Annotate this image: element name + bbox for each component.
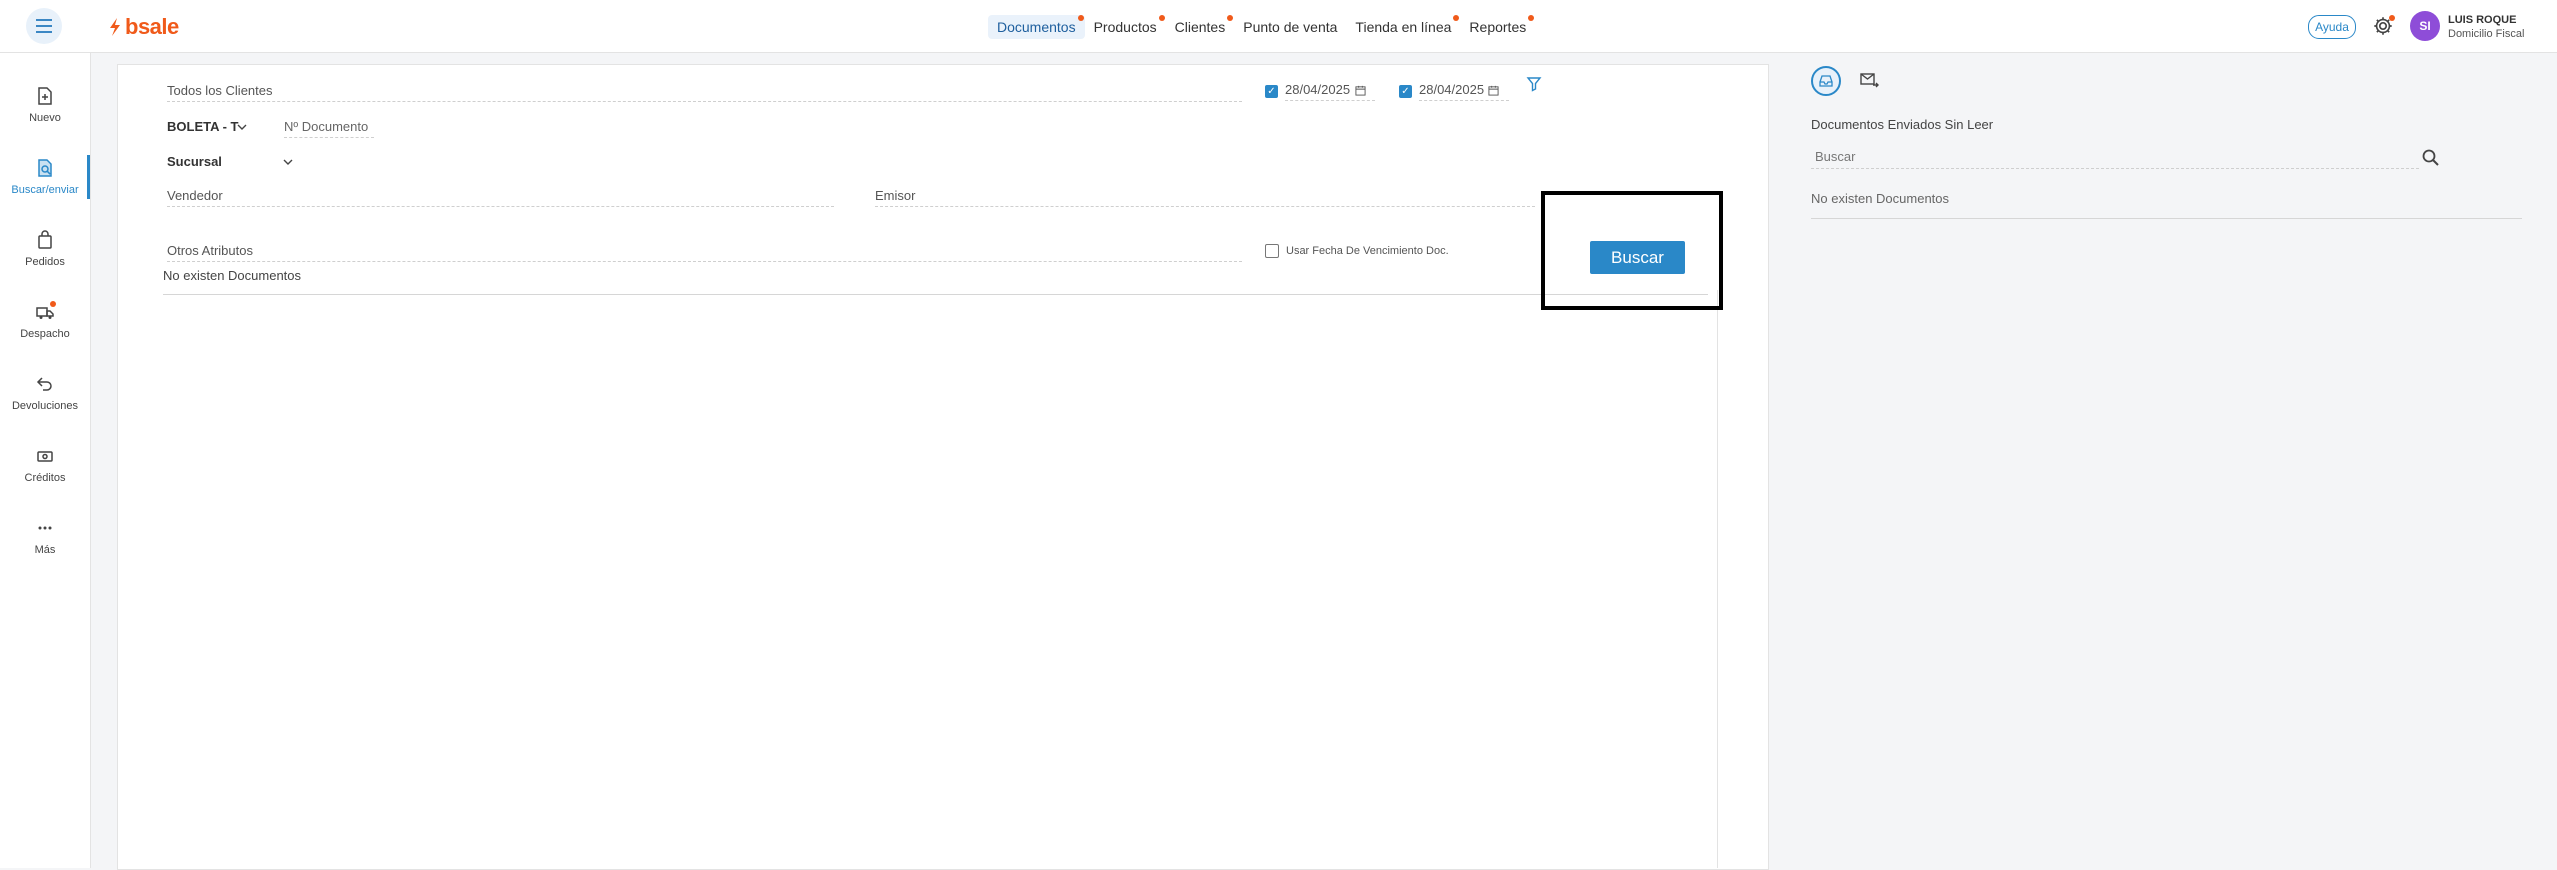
due-date-checkbox[interactable] xyxy=(1265,244,1279,258)
mail-send-icon[interactable] xyxy=(1859,70,1879,90)
nav-productos[interactable]: Productos xyxy=(1085,15,1166,39)
doc-number-input[interactable]: Nº Documento xyxy=(284,119,374,138)
unread-sent-title: Documentos Enviados Sin Leer xyxy=(1811,117,1994,132)
date-to-checkbox[interactable]: ✓ xyxy=(1399,85,1412,98)
nav-documentos[interactable]: Documentos xyxy=(988,15,1085,39)
menu-icon[interactable] xyxy=(26,8,62,44)
nav-clientes[interactable]: Clientes xyxy=(1166,15,1235,39)
nav-label: Productos xyxy=(1093,19,1157,35)
sidebar-item-buscar-enviar[interactable]: Buscar/enviar xyxy=(0,147,90,207)
user-location: Domicilio Fiscal xyxy=(2448,28,2525,40)
nav-tienda-en-linea[interactable]: Tienda en línea xyxy=(1346,15,1460,39)
nav-label: Documentos xyxy=(997,19,1076,35)
date-from-checkbox[interactable]: ✓ xyxy=(1265,85,1278,98)
logo-text: bsale xyxy=(125,14,179,39)
sidebar-item-creditos[interactable]: Créditos xyxy=(0,435,90,495)
search-panel xyxy=(117,64,1769,870)
due-date-checkbox-label: Usar Fecha De Vencimiento Doc. xyxy=(1286,245,1449,257)
sidebar-item-label: Pedidos xyxy=(25,256,65,268)
notification-dot xyxy=(1077,15,1084,21)
return-arrow-icon xyxy=(36,377,52,391)
search-icon[interactable] xyxy=(2421,148,2441,168)
right-empty-message: No existen Documentos xyxy=(1811,191,2522,219)
filter-icon[interactable] xyxy=(1526,76,1542,92)
credit-icon xyxy=(37,451,53,462)
chevron-down-icon[interactable] xyxy=(237,122,247,132)
other-attributes-field[interactable]: Otros Atributos xyxy=(167,243,1242,262)
nav-label: Punto de venta xyxy=(1243,19,1338,35)
user-info[interactable]: LUIS ROQUE Domicilio Fiscal xyxy=(2448,13,2524,41)
branch-select[interactable]: Sucursal xyxy=(167,154,294,169)
sidebar-item-despacho[interactable]: Despacho xyxy=(0,291,90,351)
brand-logo[interactable]: bsale xyxy=(108,14,179,40)
clients-field[interactable]: Todos los Clientes xyxy=(167,83,1242,102)
notification-dot xyxy=(1227,15,1234,21)
sidebar-item-devoluciones[interactable]: Devoluciones xyxy=(0,363,90,423)
user-name: LUIS ROQUE xyxy=(2448,14,2517,26)
sidebar-item-mas[interactable]: Más xyxy=(0,507,90,567)
right-search-input[interactable]: Buscar xyxy=(1811,149,2419,169)
nav-reportes[interactable]: Reportes xyxy=(1460,15,1535,39)
avatar[interactable]: SI xyxy=(2410,11,2440,41)
notification-dot xyxy=(2389,15,2395,21)
notification-dot xyxy=(1158,15,1165,21)
seller-field[interactable]: Vendedor xyxy=(167,188,834,207)
search-button[interactable]: Buscar xyxy=(1590,241,1685,274)
sidebar-item-label: Buscar/enviar xyxy=(11,184,79,196)
more-dots-icon xyxy=(38,526,52,530)
inbox-tab[interactable] xyxy=(1811,66,1841,96)
sidebar-item-pedidos[interactable]: Pedidos xyxy=(0,219,90,279)
chevron-down-icon[interactable] xyxy=(283,157,293,167)
bag-icon xyxy=(38,230,52,249)
nav-punto-de-venta[interactable]: Punto de venta xyxy=(1234,15,1346,39)
inbox-icon xyxy=(1819,75,1833,87)
sidebar-item-label: Nuevo xyxy=(29,112,61,124)
sidebar-item-label: Más xyxy=(34,544,56,556)
top-nav: Documentos Productos Clientes Punto de v… xyxy=(988,14,1535,40)
issuer-field[interactable]: Emisor xyxy=(875,188,1535,207)
doc-type-value: BOLETA - T xyxy=(167,119,239,134)
search-document-icon xyxy=(38,159,52,177)
nav-label: Tienda en línea xyxy=(1355,19,1452,35)
nav-label: Reportes xyxy=(1469,19,1527,35)
notification-dot xyxy=(1528,15,1535,21)
calendar-icon[interactable] xyxy=(1355,85,1366,96)
sidebar: Nuevo Buscar/enviar Pedidos Despacho Dev… xyxy=(0,53,91,868)
gear-icon[interactable] xyxy=(2372,15,2395,37)
doc-type-select[interactable]: BOLETA - T xyxy=(167,119,239,134)
bolt-icon xyxy=(110,18,120,36)
new-document-icon xyxy=(38,87,52,105)
help-button[interactable]: Ayuda xyxy=(2308,15,2356,39)
sidebar-item-label: Devoluciones xyxy=(11,400,79,412)
empty-results-message: No existen Documentos xyxy=(163,268,1708,295)
notification-dot xyxy=(1453,15,1460,21)
nav-label: Clientes xyxy=(1174,19,1226,35)
sidebar-item-label: Créditos xyxy=(24,472,66,484)
notification-dot xyxy=(50,301,56,307)
divider xyxy=(1717,290,1718,868)
sidebar-item-nuevo[interactable]: Nuevo xyxy=(0,75,90,135)
top-bar: bsale Documentos Productos Clientes Punt… xyxy=(0,0,2557,53)
sidebar-item-label: Despacho xyxy=(20,328,70,340)
calendar-icon[interactable] xyxy=(1488,85,1499,96)
